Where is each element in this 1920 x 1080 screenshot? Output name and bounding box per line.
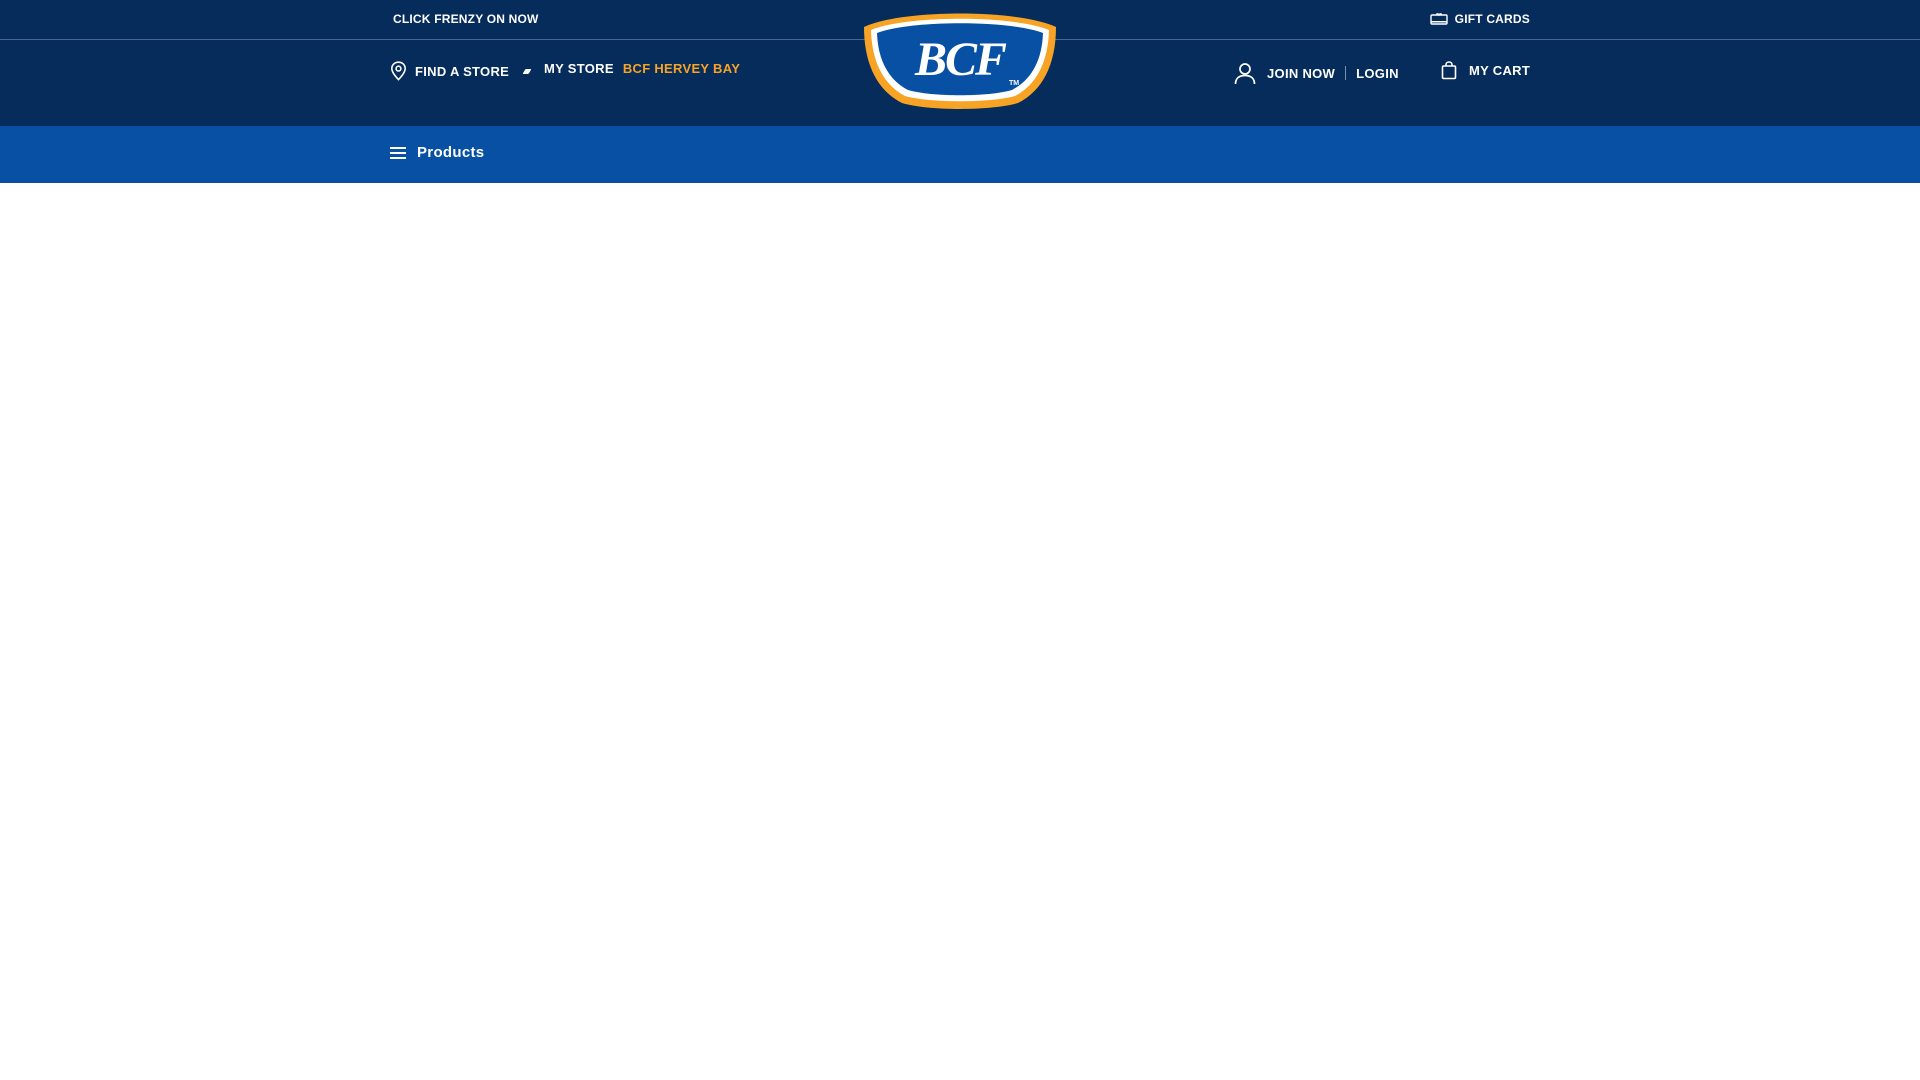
my-store-name: BCF HERVEY BAY xyxy=(622,61,741,76)
my-cart-label: MY CART xyxy=(1469,63,1531,78)
user-icon[interactable] xyxy=(1233,61,1257,85)
logo-wordmark: BCF xyxy=(914,33,1007,86)
click-frenzy-link[interactable]: CLICK FRENZY ON NOW xyxy=(393,12,539,26)
my-cart-link[interactable]: MY CART xyxy=(1441,61,1530,80)
my-store-label: MY STORE xyxy=(544,61,614,76)
join-now-link[interactable]: JOIN NOW xyxy=(1267,66,1335,81)
logo-trademark: TM xyxy=(1009,80,1019,87)
account-divider xyxy=(1345,66,1347,80)
category-nav: Products xyxy=(0,126,1920,183)
gift-cards-label: GIFT CARDS xyxy=(1454,12,1530,26)
gift-card-icon xyxy=(1429,13,1448,25)
find-a-store-link[interactable]: FIND A STORE xyxy=(390,61,509,81)
page-content xyxy=(0,183,1920,1080)
shopping-bag-icon xyxy=(1441,61,1457,80)
bcf-logo[interactable]: BCF TM xyxy=(862,13,1058,109)
login-link[interactable]: LOGIN xyxy=(1356,66,1399,81)
products-menu-button[interactable]: Products xyxy=(390,144,484,161)
my-store-link[interactable]: MY STORE BCF HERVEY BAY xyxy=(544,61,740,76)
separator-dot xyxy=(522,69,532,74)
find-a-store-label: FIND A STORE xyxy=(415,63,510,79)
products-label: Products xyxy=(417,144,485,161)
location-pin-icon xyxy=(390,61,407,81)
hamburger-menu-icon xyxy=(390,146,406,160)
gift-cards-link[interactable]: GIFT CARDS xyxy=(1429,12,1530,26)
account-links: JOIN NOW LOGIN xyxy=(1233,61,1399,85)
